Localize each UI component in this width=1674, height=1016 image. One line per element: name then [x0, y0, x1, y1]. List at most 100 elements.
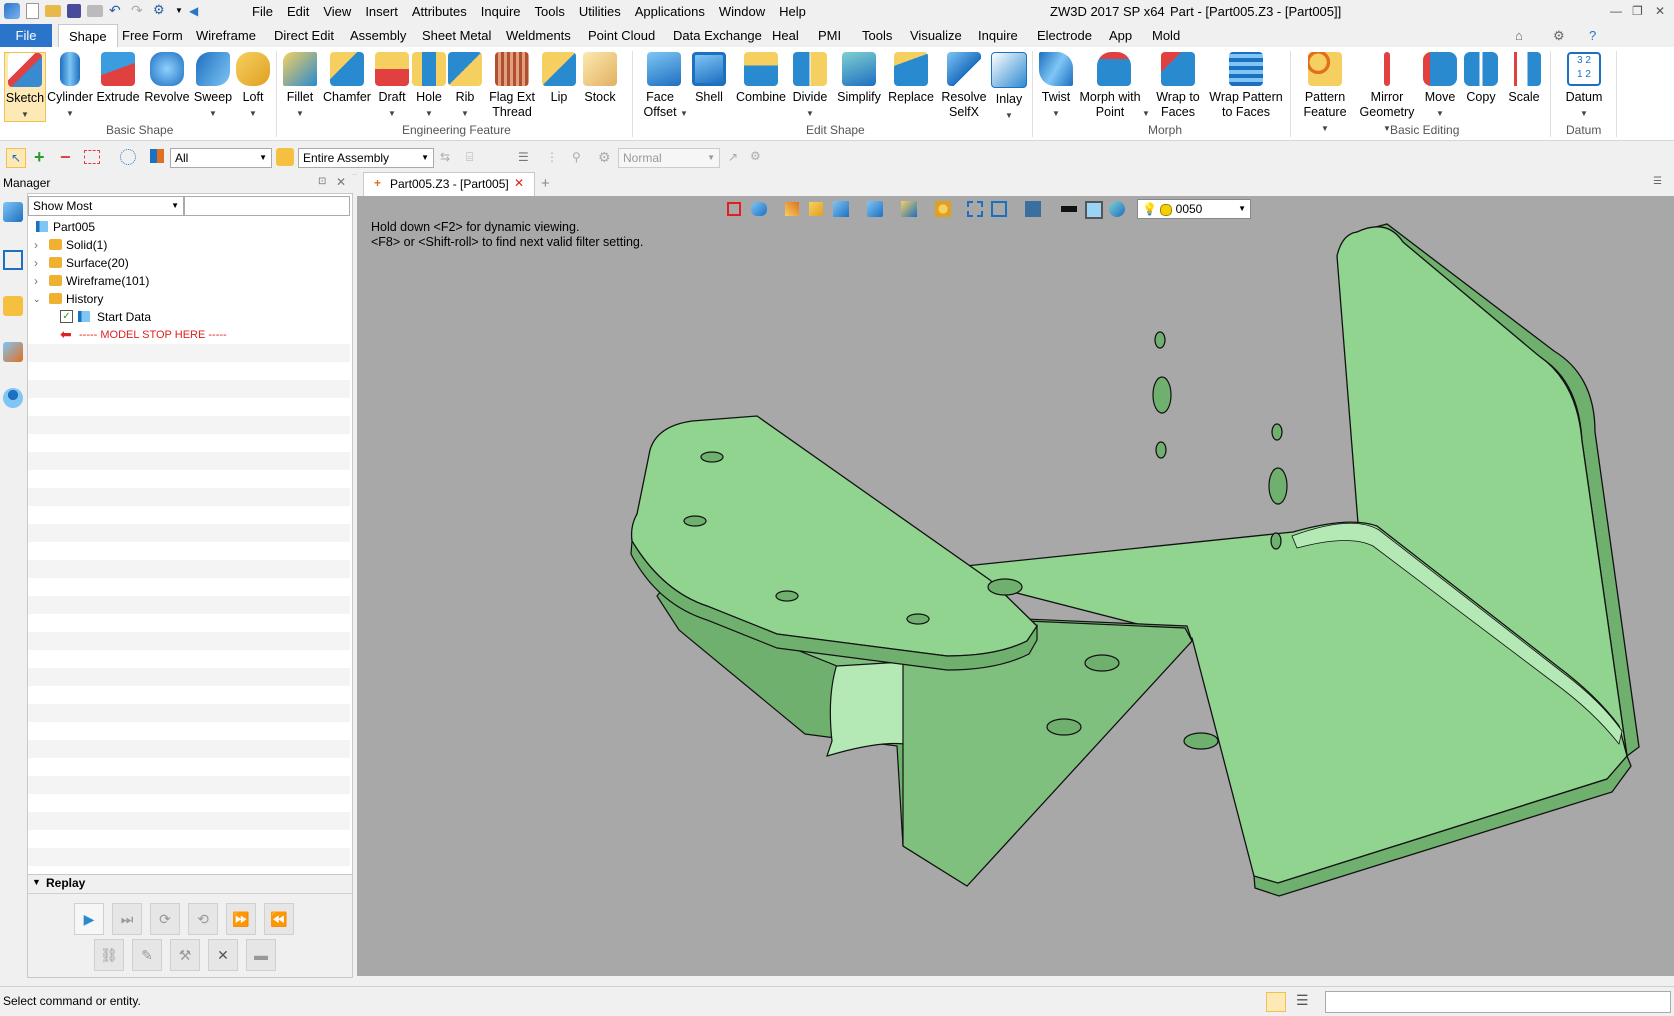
tab-tools[interactable]: Tools: [862, 28, 892, 43]
tab-shape[interactable]: Shape: [58, 24, 118, 48]
resolve-selfx-button[interactable]: Resolve SelfX: [940, 52, 988, 120]
tab-file[interactable]: File: [0, 24, 52, 47]
menu-applications[interactable]: Applications: [628, 3, 712, 20]
filter-icon[interactable]: [150, 149, 164, 163]
play-button[interactable]: ▶: [74, 903, 104, 935]
tab-visualize[interactable]: Visualize: [910, 28, 962, 43]
remove-icon[interactable]: −: [60, 147, 71, 168]
tab-heal[interactable]: Heal: [772, 28, 799, 43]
show-select[interactable]: Show Most ▼: [28, 196, 184, 216]
revolve-button[interactable]: Revolve: [144, 52, 190, 105]
collapse-replay-icon[interactable]: ▼: [32, 877, 41, 887]
pin-tab-icon[interactable]: +: [374, 176, 381, 190]
document-tab[interactable]: + Part005.Z3 - [Part005] ✕: [363, 172, 535, 196]
assembly-manager-icon[interactable]: [3, 250, 23, 270]
layout-icon[interactable]: [1266, 992, 1286, 1012]
loft-button[interactable]: Loft ▼: [236, 52, 270, 121]
dropdown-icon[interactable]: ▼: [175, 3, 183, 19]
rewind-button[interactable]: ⏪: [264, 903, 294, 935]
box-select-icon[interactable]: [84, 150, 100, 164]
tab-electrode[interactable]: Electrode: [1037, 28, 1092, 43]
tab-wireframe[interactable]: Wireframe: [196, 28, 256, 43]
inlay-button[interactable]: Inlay ▼: [990, 52, 1028, 123]
new-file-icon[interactable]: [26, 3, 39, 19]
menu-help[interactable]: Help: [772, 3, 813, 20]
scale-button[interactable]: Scale: [1504, 52, 1544, 105]
restore-button[interactable]: ❐: [1632, 4, 1643, 18]
back-arrow-icon[interactable]: ◀: [189, 3, 205, 19]
delete-button[interactable]: ✕: [208, 939, 238, 971]
settings-icon[interactable]: ⚙: [1553, 28, 1565, 44]
tab-point-cloud[interactable]: Point Cloud: [588, 28, 655, 43]
menu-inquire[interactable]: Inquire: [474, 3, 528, 20]
cylinder-button[interactable]: Cylinder ▼: [46, 52, 94, 121]
tree-item-surface[interactable]: › Surface(20): [28, 254, 350, 272]
bracket-model[interactable]: [357, 196, 1674, 976]
3d-viewport[interactable]: 💡 0050 ▼ Hold down <F2> for dynamic viewi…: [357, 196, 1674, 976]
tree-item-solid[interactable]: › Solid(1): [28, 236, 350, 254]
save-icon[interactable]: [67, 4, 81, 18]
command-input[interactable]: [1325, 991, 1671, 1013]
snap-icon[interactable]: ⌸: [466, 150, 473, 165]
hole-button[interactable]: Hole ▼: [412, 52, 446, 121]
replay-step-button[interactable]: ⟳: [150, 903, 180, 935]
tab-direct-edit[interactable]: Direct Edit: [274, 28, 334, 43]
part-manager-icon[interactable]: [3, 296, 23, 316]
flag-ext-thread-button[interactable]: Flag Ext Thread: [486, 52, 538, 120]
expand-icon[interactable]: ›: [34, 236, 38, 254]
pin-panel-icon[interactable]: ⊡: [318, 176, 326, 187]
pin-icon[interactable]: ⚲: [572, 150, 581, 164]
tab-data-exchange[interactable]: Data Exchange: [673, 28, 762, 43]
rib-button[interactable]: Rib ▼: [448, 52, 482, 121]
shell-button[interactable]: Shell: [690, 52, 728, 105]
simplify-button[interactable]: Simplify: [834, 52, 884, 105]
wrap-to-faces-button[interactable]: Wrap to Faces: [1152, 52, 1204, 120]
gear-small-icon[interactable]: ⚙: [750, 149, 761, 163]
close-tab-icon[interactable]: ✕: [514, 176, 524, 190]
undo-icon[interactable]: ↶: [109, 3, 125, 19]
filter-select[interactable]: All ▼: [170, 148, 272, 168]
move-button[interactable]: Move ▼: [1420, 52, 1460, 121]
divide-button[interactable]: Divide ▼: [790, 52, 830, 121]
new-tab-icon[interactable]: +: [541, 175, 550, 192]
menu-insert[interactable]: Insert: [358, 3, 405, 20]
collapse-ribbon-icon[interactable]: ⌂: [1515, 28, 1523, 43]
twist-button[interactable]: Twist ▼: [1038, 52, 1074, 121]
manager-search-input[interactable]: [184, 196, 350, 216]
expand-icon[interactable]: ›: [34, 254, 38, 272]
tab-weldments[interactable]: Weldments: [506, 28, 571, 43]
morph-with-point-button[interactable]: Morph with Point ▼: [1078, 52, 1150, 121]
menu-edit[interactable]: Edit: [280, 3, 316, 20]
tree-item-start-data[interactable]: ✓ Start Data: [28, 308, 350, 326]
scope-select[interactable]: Entire Assembly ▼: [298, 148, 434, 168]
tab-pmi[interactable]: PMI: [818, 28, 841, 43]
list-view-icon[interactable]: ☰: [1296, 992, 1309, 1009]
user-icon[interactable]: [3, 388, 23, 408]
tool-button[interactable]: ⚒: [170, 939, 200, 971]
checkbox-checked-icon[interactable]: ✓: [60, 310, 73, 323]
suppress-button[interactable]: ▬: [246, 939, 276, 971]
fast-forward-button[interactable]: ⏩: [226, 903, 256, 935]
list-icon[interactable]: ☰: [518, 150, 529, 164]
tab-inquire[interactable]: Inquire: [978, 28, 1018, 43]
align-icon[interactable]: ⇆: [440, 150, 450, 164]
tab-assembly[interactable]: Assembly: [350, 28, 406, 43]
mode-select[interactable]: Normal ▼: [618, 148, 720, 168]
assembly-scope-icon[interactable]: [276, 148, 294, 166]
mode-icon[interactable]: ⚙: [598, 149, 611, 166]
tab-sheet-metal[interactable]: Sheet Metal: [422, 28, 491, 43]
edit-button[interactable]: ✎: [132, 939, 162, 971]
step-next-button[interactable]: ⏭: [112, 903, 142, 935]
expand-icon[interactable]: ›: [34, 272, 38, 290]
wrap-pattern-button[interactable]: Wrap Pattern to Faces: [1208, 52, 1284, 120]
link-button[interactable]: ⛓: [94, 939, 124, 971]
help-icon[interactable]: ?: [1589, 28, 1596, 43]
lip-button[interactable]: Lip: [542, 52, 576, 105]
redo-icon[interactable]: ↷: [131, 3, 147, 19]
add-icon[interactable]: +: [34, 147, 45, 168]
menu-view[interactable]: View: [316, 3, 358, 20]
close-panel-icon[interactable]: ✕: [336, 175, 346, 189]
stack-icon[interactable]: ⋮: [546, 150, 558, 164]
sweep-button[interactable]: Sweep ▼: [192, 52, 234, 121]
extrude-button[interactable]: Extrude: [96, 52, 140, 105]
